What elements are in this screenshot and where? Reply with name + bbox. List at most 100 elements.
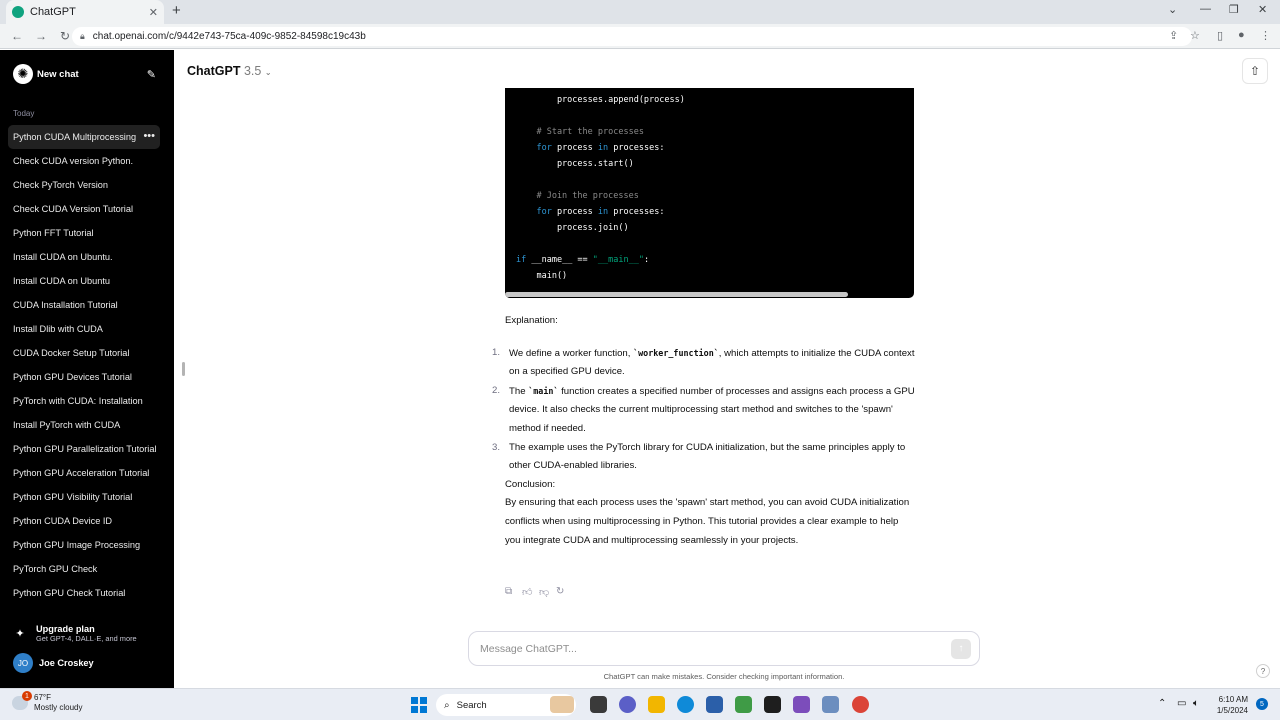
code-content: processes.append(process) # Start the pr… <box>516 95 685 281</box>
chevron-up-icon[interactable]: ⌃ <box>1158 698 1166 709</box>
lock-icon[interactable]: 🔒︎ <box>80 31 85 42</box>
avatar: JO <box>13 653 33 673</box>
sidebar-item[interactable]: Python CUDA Device ID <box>8 509 160 533</box>
chevron-down-icon: ⌄ <box>264 68 272 77</box>
inline-code: `main` <box>528 385 559 396</box>
forward-arrow-icon[interactable]: → <box>34 29 48 43</box>
reload-icon[interactable]: ↻ <box>58 29 72 43</box>
search-highlight-icon[interactable] <box>550 696 574 713</box>
task-view-icon[interactable] <box>590 696 607 713</box>
upgrade-subtitle: Get GPT-4, DALL·E, and more <box>36 633 137 643</box>
thumbs-up-icon[interactable]: 👍︎ <box>522 586 539 598</box>
sidebar-item[interactable]: Check CUDA Version Tutorial <box>8 197 160 221</box>
new-tab-icon[interactable]: + <box>172 2 181 19</box>
list-item: 1. We define a worker function, `worker_f… <box>492 346 915 378</box>
help-button[interactable]: ? <box>1256 664 1270 678</box>
profile-icon[interactable]: ● <box>1238 29 1245 41</box>
send-button[interactable]: ↑ <box>951 638 971 659</box>
network-icon[interactable]: ▭ <box>1177 698 1186 709</box>
sidebar-item[interactable]: Install Dlib with CUDA <box>8 317 160 341</box>
side-panel-icon[interactable]: ▯ <box>1217 29 1223 42</box>
minimize-icon[interactable]: — <box>1200 3 1211 15</box>
user-name: Joe Croskey <box>39 658 94 668</box>
sidebar-item[interactable]: Python GPU Acceleration Tutorial <box>8 461 160 485</box>
browser-toolbar: ← → ↻ 🔒︎ chat.openai.com/c/9442e743-75ca… <box>0 24 1280 49</box>
explanation-list: 1. We define a worker function, `worker_f… <box>492 344 915 476</box>
sidebar: ✺ New chat ✎ Today Python CUDA Multiproc… <box>0 50 174 688</box>
taskbar-search-label: Search <box>456 699 487 711</box>
conclusion-text: By ensuring that each process uses the '… <box>505 497 910 546</box>
history-section-label: Today <box>13 109 35 118</box>
sidebar-item[interactable]: Python GPU Image Processing <box>8 533 160 557</box>
sidebar-item[interactable]: Install CUDA on Ubuntu. <box>8 245 160 269</box>
bookmark-star-icon[interactable]: ☆ <box>1190 29 1200 42</box>
notepad-icon[interactable] <box>735 696 752 713</box>
sidebar-item[interactable]: Install CUDA on Ubuntu <box>8 269 160 293</box>
search-icon: ⌕ <box>444 699 450 711</box>
system-clock[interactable]: 6:10 AM 1/5/2024 <box>1212 694 1248 716</box>
code-block: processes.append(process) # Start the pr… <box>505 88 914 298</box>
assistant-message: Explanation: 1. We define a worker functi… <box>492 312 915 550</box>
sidebar-item[interactable]: Python GPU Visibility Tutorial <box>8 485 160 509</box>
inline-code: `worker_function` <box>633 347 719 358</box>
tab-search-chevron-down-icon[interactable]: ⌄ <box>1168 3 1177 16</box>
browser-menu-icon[interactable]: ⋮ <box>1260 29 1271 42</box>
edit-icon[interactable]: ✎ <box>147 68 156 81</box>
sidebar-item[interactable]: CUDA Docker Setup Tutorial <box>8 341 160 365</box>
back-arrow-icon[interactable]: ← <box>10 29 24 43</box>
sidebar-item[interactable]: Check CUDA version Python. <box>8 149 160 173</box>
sidebar-item[interactable]: Python GPU Check Tutorial <box>8 581 160 605</box>
browser-tab-title: ChatGPT <box>30 6 76 18</box>
address-bar[interactable]: 🔒︎ chat.openai.com/c/9442e743-75ca-409c-… <box>72 27 1192 46</box>
question-icon: ? <box>1260 666 1266 676</box>
teams-chat-icon[interactable] <box>619 696 636 713</box>
microsoft-store-icon[interactable] <box>706 696 723 713</box>
snipping-tool-icon[interactable] <box>822 696 839 713</box>
volume-icon[interactable]: 🔈︎ <box>1193 698 1199 709</box>
chrome-icon[interactable] <box>852 696 869 713</box>
sidebar-collapse-handle[interactable] <box>182 362 185 376</box>
sidebar-item-python-cuda-multiprocessing[interactable]: Python CUDA Multiprocessing ••• <box>8 125 160 149</box>
terminal-icon[interactable] <box>764 696 781 713</box>
new-chat-button[interactable]: ✺ New chat ✎ <box>8 62 160 86</box>
list-item: 3. The example uses the PyTorch library f… <box>492 441 906 472</box>
share-button[interactable]: ⇧ <box>1242 58 1268 84</box>
more-options-icon[interactable]: ••• <box>143 130 155 142</box>
notification-badge[interactable]: 5 <box>1256 698 1268 710</box>
sparkle-icon: ✦ <box>15 627 25 640</box>
clock-date: 1/5/2024 <box>1216 706 1248 715</box>
url-text: chat.openai.com/c/9442e743-75ca-409c-985… <box>92 31 366 42</box>
list-item: 2. The `main` function creates a specifie… <box>492 384 915 434</box>
close-tab-icon[interactable]: ✕ <box>149 6 158 19</box>
browser-tab[interactable]: ChatGPT ✕ <box>6 0 164 24</box>
chat-main: ChatGPT 3.5 ⌄ ⇧ processes.append(process… <box>174 50 1280 688</box>
sidebar-item[interactable]: Python FFT Tutorial <box>8 221 160 245</box>
send-arrow-icon: ↑ <box>958 643 964 654</box>
message-input[interactable] <box>480 642 951 655</box>
sidebar-item[interactable]: PyTorch with CUDA: Installation <box>8 389 160 413</box>
model-selector[interactable]: ChatGPT 3.5 ⌄ <box>187 64 272 78</box>
close-window-icon[interactable]: ✕ <box>1258 3 1267 16</box>
share-page-icon[interactable]: ⇪ <box>1169 29 1178 42</box>
sidebar-item[interactable]: CUDA Installation Tutorial <box>8 293 160 317</box>
copy-icon[interactable]: ⧉ <box>505 586 522 598</box>
file-explorer-icon[interactable] <box>648 696 665 713</box>
sidebar-item[interactable]: Python GPU Devices Tutorial <box>8 365 160 389</box>
thumbs-down-icon[interactable]: 👎︎ <box>539 586 556 598</box>
sidebar-item[interactable]: Check PyTorch Version <box>8 173 160 197</box>
regenerate-icon[interactable]: ↻ <box>556 586 573 598</box>
weather-widget[interactable]: 1 67°F Mostly cloudy <box>12 691 82 713</box>
new-chat-label: New chat <box>37 68 79 80</box>
maximize-icon[interactable]: ❐ <box>1229 3 1239 16</box>
windows-start-icon[interactable] <box>411 697 427 713</box>
user-menu-button[interactable]: JO Joe Croskey <box>13 652 94 674</box>
sidebar-item[interactable]: Python GPU Parallelization Tutorial <box>8 437 160 461</box>
edge-browser-icon[interactable] <box>677 696 694 713</box>
model-name: ChatGPT <box>187 64 241 78</box>
windows-taskbar: 1 67°F Mostly cloudy ⌕ Search ⌃ ▭ 🔈︎ 6:1… <box>0 688 1280 720</box>
vs-code-icon[interactable] <box>793 696 810 713</box>
sidebar-item[interactable]: PyTorch GPU Check <box>8 557 160 581</box>
sidebar-item[interactable]: Install PyTorch with CUDA <box>8 413 160 437</box>
upgrade-plan-button[interactable]: ✦ Upgrade plan Get GPT-4, DALL·E, and mo… <box>10 620 165 646</box>
code-horizontal-scrollbar[interactable] <box>505 292 848 297</box>
